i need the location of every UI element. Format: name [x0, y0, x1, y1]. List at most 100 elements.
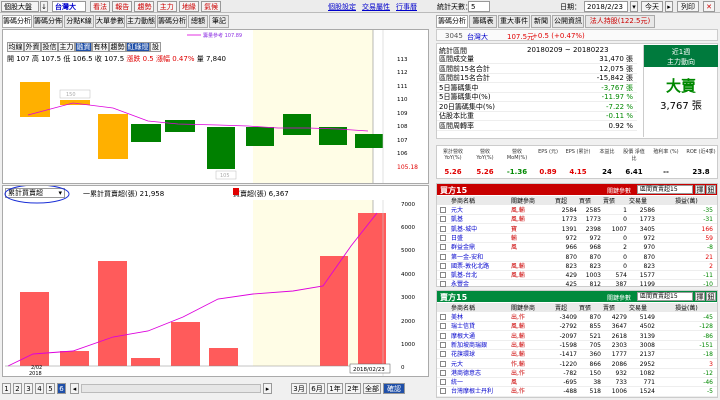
- page-5[interactable]: 5: [46, 383, 55, 394]
- tab-total[interactable]: 總額: [188, 15, 208, 28]
- row-checkbox[interactable]: [440, 341, 446, 348]
- sell-row[interactable]: 美林 出,作 -3409 870 4279 5149 -45: [437, 313, 717, 323]
- row-checkbox[interactable]: [440, 323, 446, 330]
- sell-cell: 港商德意志: [451, 369, 482, 377]
- today-button[interactable]: 今天: [641, 1, 663, 12]
- tag-climate[interactable]: 氣候: [201, 1, 222, 12]
- row-checkbox[interactable]: [440, 314, 446, 320]
- tag-report[interactable]: 報告: [112, 1, 133, 12]
- buy-cell: 0: [623, 253, 627, 261]
- tab-branch-k[interactable]: 分點K線: [64, 15, 94, 28]
- sell-row[interactable]: 新加坡商瑞銀 出,輸 -1598 705 2303 3008 -151: [437, 341, 717, 351]
- page-1[interactable]: 1: [2, 383, 11, 394]
- sell-btn-2[interactable]: 鈕: [706, 292, 716, 301]
- row-checkbox[interactable]: [440, 272, 446, 279]
- row-checkbox[interactable]: [440, 244, 446, 251]
- tab-r-chip[interactable]: 籌碼分析: [436, 15, 468, 28]
- mode-select[interactable]: 個股大盤: [1, 1, 39, 12]
- row-checkbox[interactable]: [440, 388, 446, 395]
- buy-row[interactable]: 第一金-安和 870 870 0 870 21: [437, 253, 717, 262]
- row-checkbox[interactable]: [440, 369, 446, 376]
- sell-cell: -46: [703, 379, 713, 387]
- row-checkbox[interactable]: [440, 281, 446, 288]
- tab-notes[interactable]: 筆記: [209, 15, 229, 28]
- next-button[interactable]: ▸: [665, 1, 673, 12]
- tab-r-public[interactable]: 公開資訊: [552, 15, 584, 28]
- tab-chip-analysis[interactable]: 籌碼分析: [2, 15, 32, 28]
- calendar-icon[interactable]: ▾: [630, 1, 638, 12]
- tab-r-news[interactable]: 新聞: [531, 15, 551, 28]
- row-checkbox[interactable]: [440, 332, 446, 339]
- date-input[interactable]: 2018/2/23: [584, 1, 628, 12]
- svg-text:112: 112: [397, 70, 408, 76]
- stock-name[interactable]: 台灣大: [52, 1, 86, 12]
- tab-big-order[interactable]: 大單參數: [95, 15, 125, 28]
- range-6m[interactable]: 6月: [309, 383, 325, 394]
- scroll-right-icon[interactable]: ▸: [263, 383, 272, 394]
- price-yaxis: 113 112 111 110 109 108 107 106: [397, 57, 408, 157]
- buy-btn-1[interactable]: 擇: [695, 185, 705, 194]
- sell-row[interactable]: 摩根大通 出,輸 -2097 521 2618 3139 -86: [437, 332, 717, 341]
- scrollbar[interactable]: [81, 384, 261, 393]
- buy-btn-2[interactable]: 鈕: [706, 185, 716, 194]
- tab-main-force[interactable]: 主力動態: [126, 15, 156, 28]
- sell-row[interactable]: 港商德意志 出,作 -782 150 932 1082 -12: [437, 369, 717, 378]
- stat-row: 20日籌碼集中(%) -7.22 %: [437, 103, 637, 112]
- tag-view[interactable]: 看法: [90, 1, 110, 12]
- tab-r-chip-table[interactable]: 籌碼表: [469, 15, 497, 28]
- buy-row[interactable]: 凱基 風,輸 1773 1773 0 1773 -31: [437, 215, 717, 225]
- scroll-left-icon[interactable]: ◂: [70, 383, 79, 394]
- sell-row[interactable]: 瑞士信貸 風,輸 -2792 855 3647 4502 -128: [437, 322, 717, 332]
- tab-r-holdings[interactable]: 法人持股(122.5元): [585, 15, 655, 28]
- page-3[interactable]: 3: [24, 383, 33, 394]
- buy-cell: 凱基-台北: [451, 272, 478, 280]
- row-checkbox[interactable]: [440, 225, 446, 232]
- buy-row[interactable]: 國票-敦化北路 風,輸 823 823 0 823 2: [437, 262, 717, 271]
- buy-row[interactable]: 日盛 輸 972 972 0 972 59: [437, 234, 717, 244]
- row-checkbox[interactable]: [440, 207, 446, 213]
- page-4[interactable]: 4: [35, 383, 44, 394]
- link-calendar[interactable]: 行事曆: [396, 2, 417, 12]
- row-checkbox[interactable]: [440, 234, 446, 241]
- buy-row[interactable]: 凱基-台北 風,輸 429 1003 574 1577 -11: [437, 271, 717, 281]
- link-trade-props[interactable]: 交易屬性: [362, 2, 390, 12]
- range-1y[interactable]: 1年: [327, 383, 343, 394]
- range-2y[interactable]: 2年: [345, 383, 361, 394]
- candle-3: [98, 114, 128, 159]
- buy-row[interactable]: 元大 風,輸 2584 2585 1 2586 -35: [437, 206, 717, 216]
- count-input[interactable]: 5: [468, 1, 490, 12]
- buy-filter-select[interactable]: 區間買賣超15: [637, 185, 693, 194]
- row-checkbox[interactable]: [440, 351, 446, 358]
- sell-btn-1[interactable]: 擇: [695, 292, 705, 301]
- tag-trend[interactable]: 趨勢: [134, 1, 155, 12]
- row-checkbox[interactable]: [440, 253, 446, 260]
- confirm-button[interactable]: 確認: [383, 383, 405, 394]
- buy-row[interactable]: 永豐金 425 812 387 1199 -10: [437, 280, 717, 290]
- row-checkbox[interactable]: [440, 216, 446, 223]
- candle-4: [131, 124, 161, 142]
- sell-filter-select[interactable]: 區間買賣超15: [637, 292, 693, 301]
- close-icon[interactable]: ✕: [703, 1, 715, 12]
- mode-dropdown[interactable]: ↓: [40, 1, 48, 12]
- print-button[interactable]: 列印: [677, 1, 699, 12]
- sell-row[interactable]: 元大 作,輸 -1220 866 2086 2952 3: [437, 360, 717, 369]
- page-2[interactable]: 2: [13, 383, 22, 394]
- buy-row[interactable]: 群益金鼎 風 966 968 2 970 -8: [437, 243, 717, 253]
- row-checkbox[interactable]: [440, 262, 446, 269]
- sell-cell: -782: [563, 369, 577, 377]
- tab-chip-dist[interactable]: 籌碼分佈: [33, 15, 63, 28]
- page-6[interactable]: 6: [57, 383, 66, 394]
- link-stock-settings[interactable]: 個股設定: [328, 2, 356, 12]
- sell-row[interactable]: 花旗環球 出,輸 -1417 360 1777 2137 -18: [437, 350, 717, 360]
- tag-main[interactable]: 主力: [156, 1, 177, 12]
- tab-chip-analysis-2[interactable]: 籌碼分析: [157, 15, 187, 28]
- row-checkbox[interactable]: [440, 379, 446, 386]
- range-all[interactable]: 全部: [363, 383, 381, 394]
- range-3m[interactable]: 3月: [291, 383, 307, 394]
- buy-row[interactable]: 凱基-城中 寶 1391 2398 1007 3405 166: [437, 225, 717, 234]
- tab-r-events[interactable]: 重大事件: [498, 15, 530, 28]
- sell-row[interactable]: 統一 風 -695 38 733 771 -46: [437, 378, 717, 388]
- row-checkbox[interactable]: [440, 360, 446, 367]
- tag-geo[interactable]: 地緣: [178, 1, 199, 12]
- sell-row[interactable]: 台灣摩根士丹利 出,作 -488 518 1006 1524 -5: [437, 387, 717, 397]
